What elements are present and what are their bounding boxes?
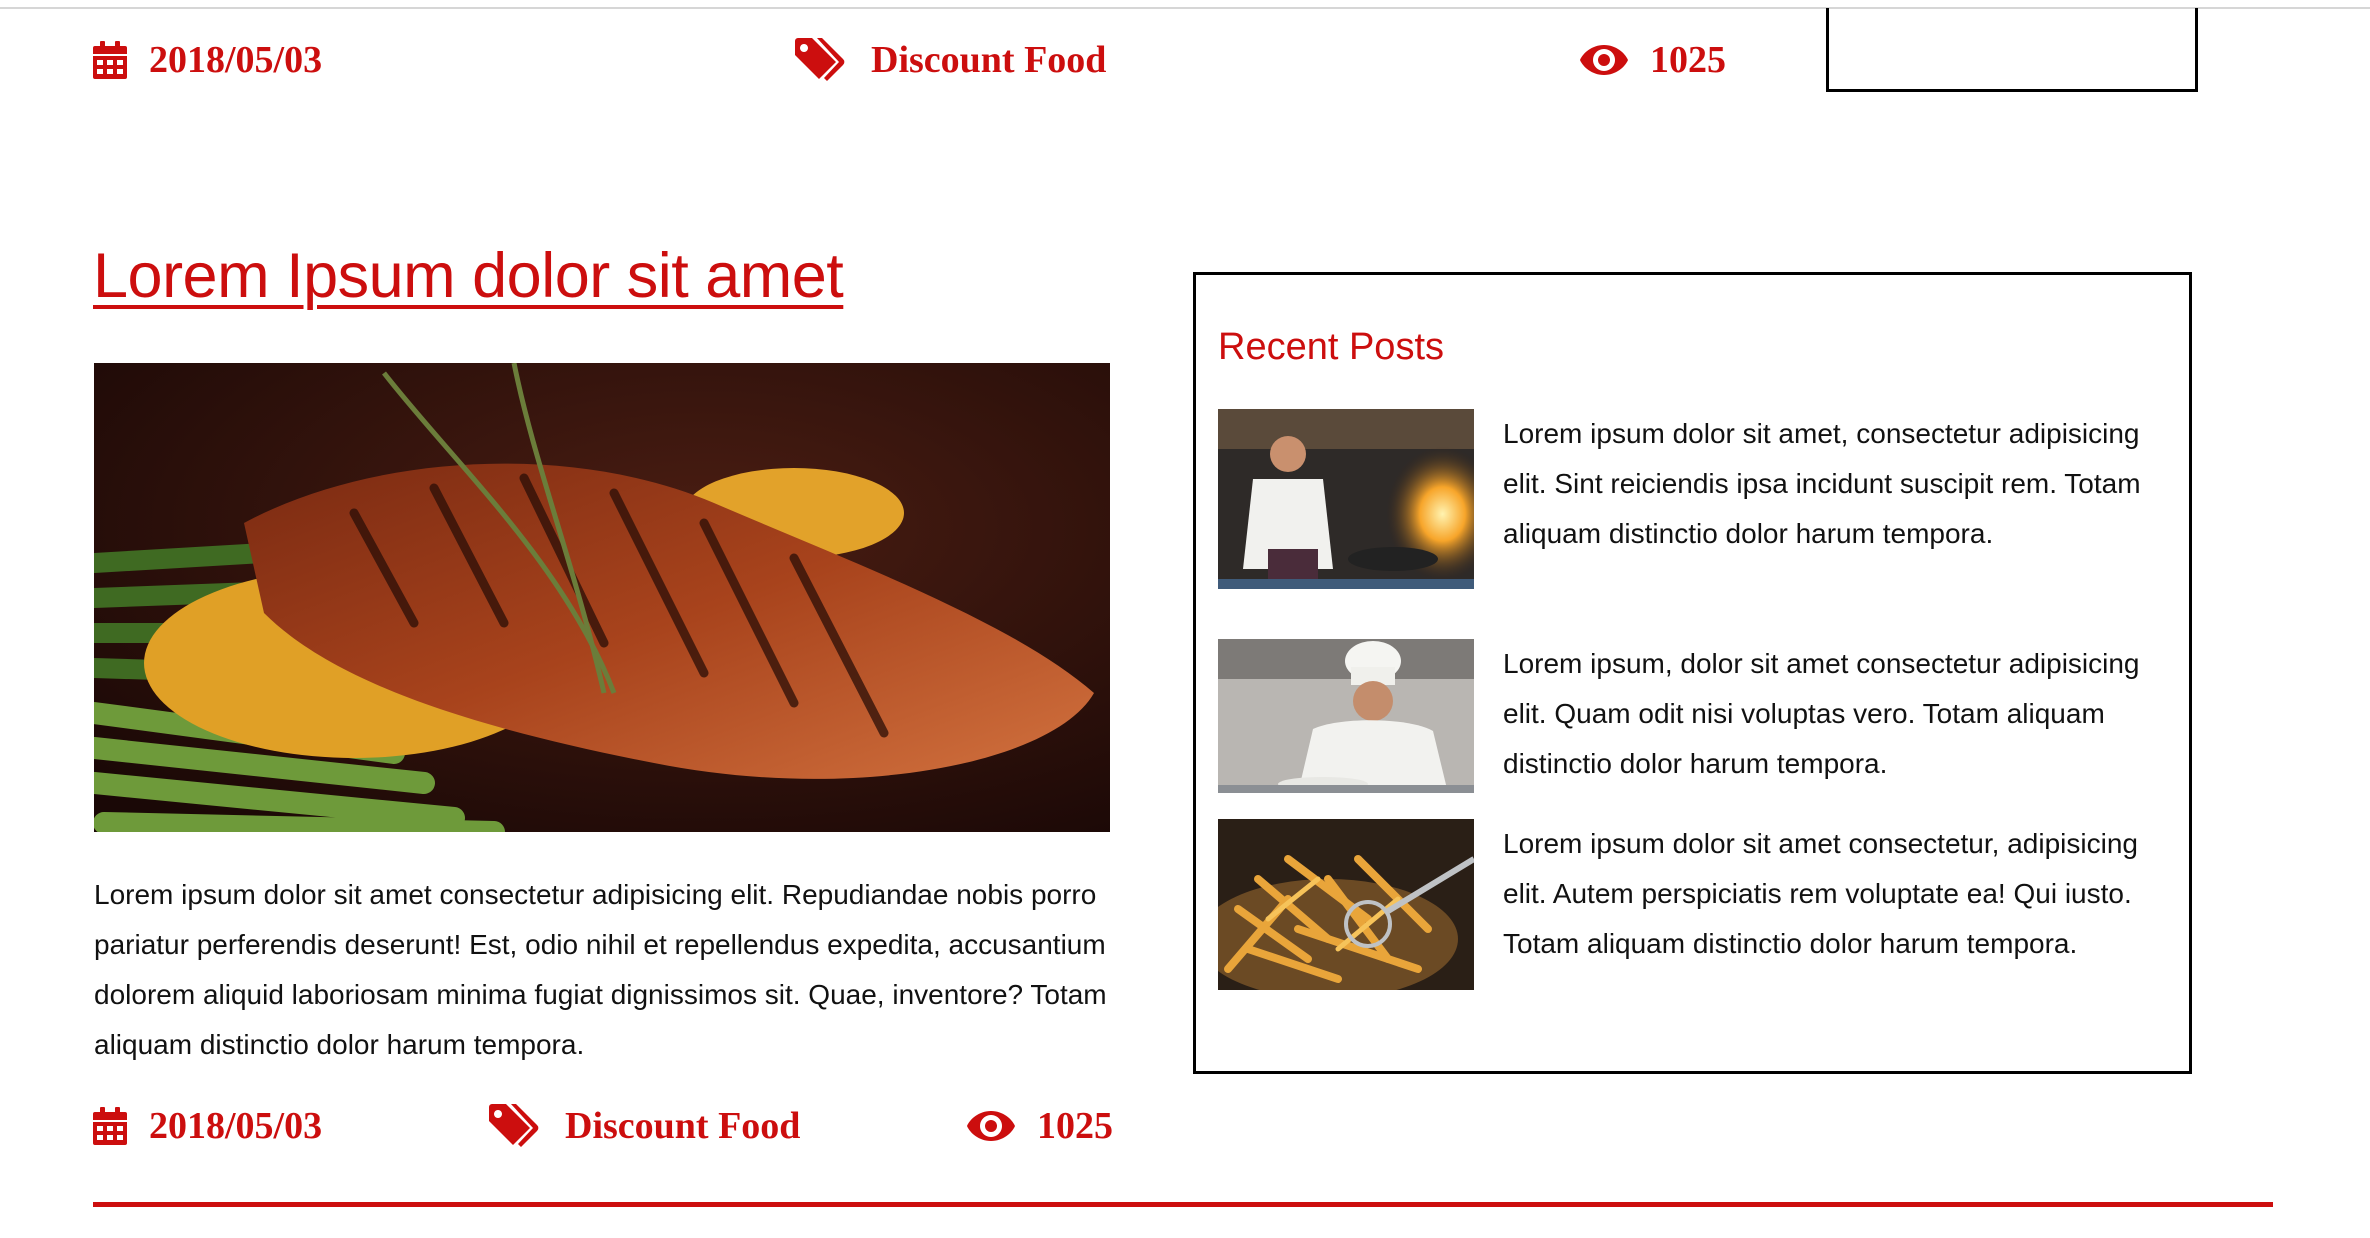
calendar-icon	[93, 41, 127, 79]
calendar-icon	[93, 1107, 127, 1145]
recent-post-image-3[interactable]	[1218, 819, 1474, 990]
recent-post-excerpt-3[interactable]: Lorem ipsum dolor sit amet consectetur, …	[1503, 819, 2168, 969]
post-image-salmon[interactable]	[94, 363, 1110, 832]
top-meta-date: 2018/05/03	[93, 38, 322, 82]
tags-icon	[795, 38, 845, 81]
recent-post-excerpt-2[interactable]: Lorem ipsum, dolor sit amet consectetur …	[1503, 639, 2168, 789]
recent-post-image-2[interactable]	[1218, 639, 1474, 793]
post-title-link[interactable]: Lorem Ipsum dolor sit amet	[93, 240, 844, 312]
chef-flambe-graphic	[1218, 409, 1474, 589]
chef-plating-graphic	[1218, 639, 1474, 793]
recent-post-excerpt-1[interactable]: Lorem ipsum dolor sit amet, consectetur …	[1503, 409, 2168, 559]
section-divider	[93, 1202, 2273, 1207]
tags-icon	[489, 1104, 539, 1147]
recent-posts-heading: Recent Posts	[1218, 326, 1444, 368]
eye-icon	[1580, 45, 1628, 75]
recent-post-image-1[interactable]	[1218, 409, 1474, 589]
category-link[interactable]: Discount Food	[565, 1104, 800, 1148]
category-link[interactable]: Discount Food	[871, 38, 1106, 82]
salmon-image-graphic	[94, 363, 1110, 832]
top-meta-views: 1025	[1580, 38, 1726, 82]
french-fries-graphic	[1218, 819, 1474, 990]
post-meta-date: 2018/05/03	[93, 1104, 322, 1148]
views-count: 1025	[1037, 1105, 1113, 1147]
views-count: 1025	[1650, 39, 1726, 81]
post-meta-views: 1025	[967, 1104, 1113, 1148]
post-excerpt: Lorem ipsum dolor sit amet consectetur a…	[94, 879, 1107, 1060]
date-text: 2018/05/03	[149, 39, 323, 81]
sidebar-widget-stub	[1826, 8, 2198, 92]
eye-icon	[967, 1111, 1015, 1141]
top-meta-category[interactable]: Discount Food	[795, 38, 1106, 82]
post-meta-category[interactable]: Discount Food	[489, 1104, 800, 1148]
date-text: 2018/05/03	[149, 1105, 323, 1147]
